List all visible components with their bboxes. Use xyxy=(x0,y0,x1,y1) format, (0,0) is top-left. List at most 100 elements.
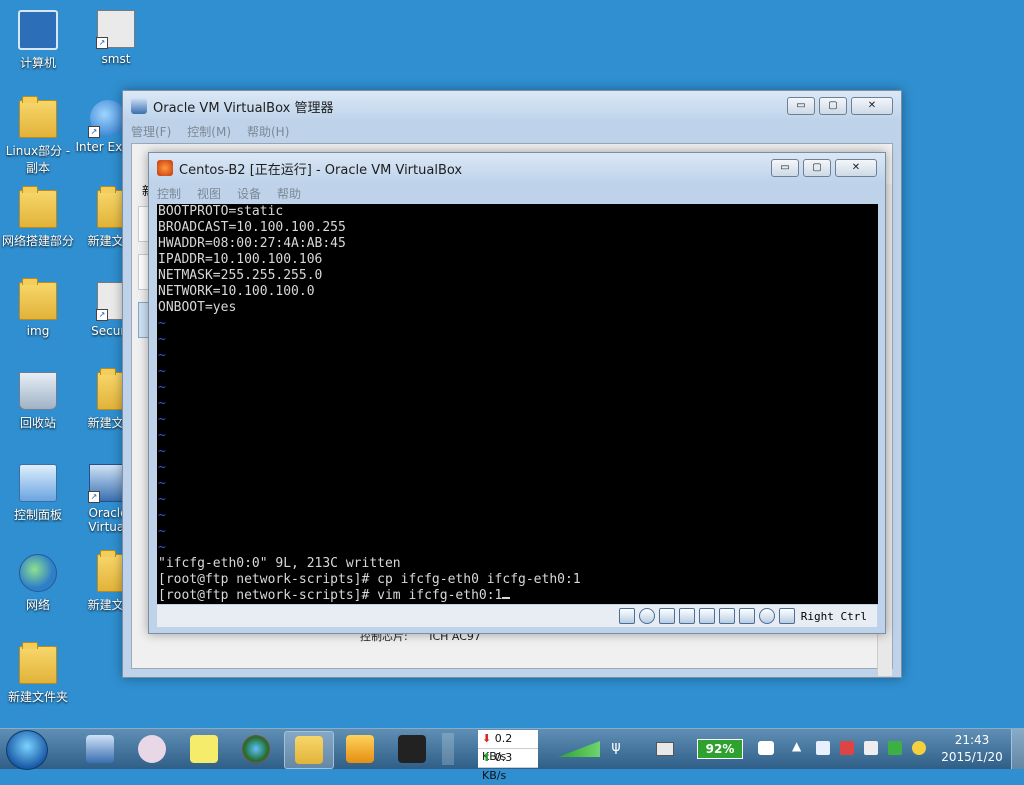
vim-empty-line: ~ xyxy=(158,332,166,347)
desktop-icon-label: 控制面板 xyxy=(13,508,62,522)
maximize-button[interactable]: ▢ xyxy=(803,159,831,177)
terminal-line: [root@ftp network-scripts]# cp ifcfg-eth… xyxy=(158,572,581,587)
network-tray-icon[interactable] xyxy=(840,741,854,755)
desktop-icon-label: smst xyxy=(101,52,131,66)
vim-empty-line: ~ xyxy=(158,364,166,379)
remote-desktop-icon xyxy=(86,735,114,763)
terminal-line: HWADDR=08:00:27:4A:AB:45 xyxy=(158,236,346,251)
desktop-icon-smst[interactable]: ↗ smst xyxy=(80,10,152,66)
maximize-button[interactable]: ▢ xyxy=(819,97,847,115)
power-plug-icon[interactable] xyxy=(758,741,774,755)
vim-empty-line: ~ xyxy=(158,380,166,395)
down-arrow-icon: ⬇ xyxy=(482,732,492,745)
desktop-icon-label: 回收站 xyxy=(19,416,56,430)
menu-view[interactable]: 视图 xyxy=(197,185,221,202)
taskbar-app-remote-desktop[interactable] xyxy=(76,731,124,767)
menu-control[interactable]: 控制 xyxy=(157,185,181,202)
vm-title: Centos-B2 [正在运行] - Oracle VM VirtualBox xyxy=(179,162,463,178)
centos-vm-icon xyxy=(157,160,173,176)
security-shield-icon[interactable] xyxy=(888,741,902,755)
shared-folders-icon[interactable] xyxy=(698,608,715,624)
minimize-button[interactable]: ▭ xyxy=(771,159,799,177)
manager-menubar: 管理(F) 控制(M) 帮助(H) xyxy=(123,121,901,141)
internet-explorer-icon: ↗ xyxy=(88,100,126,138)
taskbar-app-tool[interactable] xyxy=(388,731,436,767)
vim-empty-line: ~ xyxy=(158,396,166,411)
folder-icon xyxy=(19,96,57,138)
menu-help[interactable]: 帮助 xyxy=(277,185,301,202)
close-button[interactable]: ✕ xyxy=(851,97,893,115)
update-icon[interactable] xyxy=(912,741,926,755)
show-desktop-button[interactable] xyxy=(1011,729,1024,769)
keyboard-icon[interactable] xyxy=(656,742,674,756)
taskbar-app-explorer[interactable] xyxy=(284,731,334,769)
hard-disk-icon[interactable] xyxy=(618,608,635,624)
volume-icon[interactable] xyxy=(864,741,878,755)
video-capture-icon[interactable] xyxy=(718,608,735,624)
terminal-line: BROADCAST=10.100.100.255 xyxy=(158,220,346,235)
terminal-cursor xyxy=(502,597,511,599)
terminal-line: NETMASK=255.255.255.0 xyxy=(158,268,323,283)
desktop-icon-img[interactable]: img xyxy=(2,278,74,338)
terminal-line: IPADDR=10.100.100.106 xyxy=(158,252,323,267)
network-adapter-icon[interactable] xyxy=(678,608,695,624)
sticky-notes-icon xyxy=(190,735,218,763)
taskbar-app-network-tool[interactable] xyxy=(128,731,176,767)
system-clock[interactable]: 21:43 2015/1/20 xyxy=(934,732,1010,766)
mouse-integration-icon[interactable] xyxy=(758,608,775,624)
terminal-line: ONBOOT=yes xyxy=(158,300,237,315)
manager-titlebar[interactable]: Oracle VM VirtualBox 管理器 ▭ ▢ ✕ xyxy=(123,91,901,121)
tool-icon xyxy=(398,735,426,763)
optical-drive-icon[interactable] xyxy=(638,608,655,624)
keyboard-capture-icon[interactable] xyxy=(778,608,795,624)
vm-console-screen[interactable]: BOOTPROTO=static BROADCAST=10.100.100.25… xyxy=(157,204,878,604)
virtualbox-icon xyxy=(346,735,374,763)
browser-icon xyxy=(242,735,270,763)
taskbar: ⬇ 0.2 KB/s ⬆ 0.3 KB/s ψ 92% ▲ 21:43 2015… xyxy=(0,728,1024,782)
vim-empty-line: ~ xyxy=(158,524,166,539)
signal-strength-icon[interactable] xyxy=(558,741,600,757)
taskbar-app-browser[interactable] xyxy=(232,731,280,767)
taskbar-app-virtualbox[interactable] xyxy=(336,731,384,767)
taskbar-app-sticky-notes[interactable] xyxy=(180,731,228,767)
network-tool-icon xyxy=(138,735,166,763)
vim-empty-line: ~ xyxy=(158,412,166,427)
desktop-icon-control-panel[interactable]: 控制面板 xyxy=(2,464,74,523)
desktop-icon-new-folder[interactable]: 新建文件夹 xyxy=(2,642,74,705)
minimize-button[interactable]: ▭ xyxy=(787,97,815,115)
wireless-icon[interactable]: ψ xyxy=(608,739,624,757)
menu-devices[interactable]: 设备 xyxy=(237,185,261,202)
desktop-icon-recycle-bin[interactable]: 回收站 xyxy=(2,372,74,431)
vim-empty-line: ~ xyxy=(158,348,166,363)
desktop-icon-network[interactable]: 网络 xyxy=(2,554,74,613)
desktop-icon-linux-folder[interactable]: Linux部分 - 副本 xyxy=(2,96,74,176)
terminal-line: BOOTPROTO=static xyxy=(158,204,284,219)
network-speed-monitor: ⬇ 0.2 KB/s ⬆ 0.3 KB/s xyxy=(478,730,538,782)
vim-empty-line: ~ xyxy=(158,476,166,491)
usb-icon[interactable] xyxy=(658,608,675,624)
close-button[interactable]: ✕ xyxy=(835,159,877,177)
show-hidden-icons-button[interactable]: ▲ xyxy=(792,739,801,753)
vm-menubar: 控制 视图 设备 帮助 xyxy=(149,183,885,203)
vim-empty-line: ~ xyxy=(158,444,166,459)
battery-indicator[interactable]: 92% xyxy=(697,739,743,759)
taskbar-scroll[interactable] xyxy=(442,733,454,765)
start-button[interactable] xyxy=(6,730,48,770)
folder-icon xyxy=(19,186,57,228)
menu-help[interactable]: 帮助(H) xyxy=(247,123,289,140)
desktop-icon-computer[interactable]: 计算机 xyxy=(2,10,74,71)
desktop-icon-network-folder[interactable]: 网络搭建部分 xyxy=(2,186,74,249)
vm-statusbar: Right Ctrl xyxy=(157,605,877,627)
antivirus-tray-icon[interactable] xyxy=(816,741,830,755)
terminal-prompt-line: [root@ftp network-scripts]# vim ifcfg-et… xyxy=(158,588,878,604)
network-icon xyxy=(19,554,57,592)
desktop-icon-label: 新建文件夹 xyxy=(7,690,68,704)
host-key-label: Right Ctrl xyxy=(800,609,867,623)
menu-control[interactable]: 控制(M) xyxy=(187,123,231,140)
vrde-icon[interactable] xyxy=(738,608,755,624)
file-shortcut-icon: ↗ xyxy=(96,10,135,49)
vm-titlebar[interactable]: Centos-B2 [正在运行] - Oracle VM VirtualBox … xyxy=(149,153,885,183)
menu-manage[interactable]: 管理(F) xyxy=(131,123,171,140)
vim-empty-line: ~ xyxy=(158,316,166,331)
computer-icon xyxy=(18,10,58,50)
